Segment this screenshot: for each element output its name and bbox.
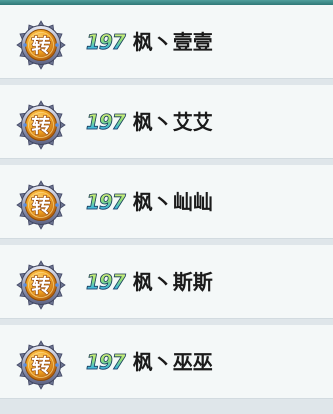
reincarnation-badge-icon: 转 [16, 20, 66, 70]
player-label: 197 枫丶艾艾 [86, 85, 213, 159]
list-item[interactable]: 转 197 枫丶巫巫 [0, 325, 333, 399]
reincarnation-badge-icon: 转 [16, 180, 66, 230]
player-name: 枫丶屾屾 [132, 190, 213, 214]
badge-label: 转 [31, 354, 50, 377]
player-name: 枫丶壹壹 [132, 30, 213, 54]
list-item[interactable]: 转 197 枫丶壹壹 [0, 5, 333, 79]
level-number: 197 [86, 110, 127, 134]
player-list-screen: 转 197 枫丶壹壹 转 197 枫丶艾艾 转 197 枫丶屾屾 转 197 枫… [0, 0, 333, 414]
level-number: 197 [86, 350, 127, 374]
badge-label: 转 [31, 274, 50, 297]
player-name: 枫丶巫巫 [132, 350, 213, 374]
player-list: 转 197 枫丶壹壹 转 197 枫丶艾艾 转 197 枫丶屾屾 转 197 枫… [0, 5, 333, 405]
badge-label: 转 [31, 194, 50, 217]
player-label: 197 枫丶巫巫 [86, 325, 213, 399]
reincarnation-badge-icon: 转 [16, 260, 66, 310]
badge-label: 转 [31, 114, 50, 137]
player-label: 197 枫丶壹壹 [86, 5, 213, 79]
reincarnation-badge-icon: 转 [16, 340, 66, 390]
player-name: 枫丶斯斯 [132, 270, 213, 294]
player-label: 197 枫丶斯斯 [86, 245, 213, 319]
list-item[interactable]: 转 197 枫丶艾艾 [0, 85, 333, 159]
badge-label: 转 [31, 34, 50, 57]
reincarnation-badge-icon: 转 [16, 100, 66, 150]
level-number: 197 [86, 270, 127, 294]
list-item[interactable]: 转 197 枫丶屾屾 [0, 165, 333, 239]
player-name: 枫丶艾艾 [132, 110, 213, 134]
player-label: 197 枫丶屾屾 [86, 165, 213, 239]
level-number: 197 [86, 190, 127, 214]
list-item[interactable]: 转 197 枫丶斯斯 [0, 245, 333, 319]
level-number: 197 [86, 30, 127, 54]
